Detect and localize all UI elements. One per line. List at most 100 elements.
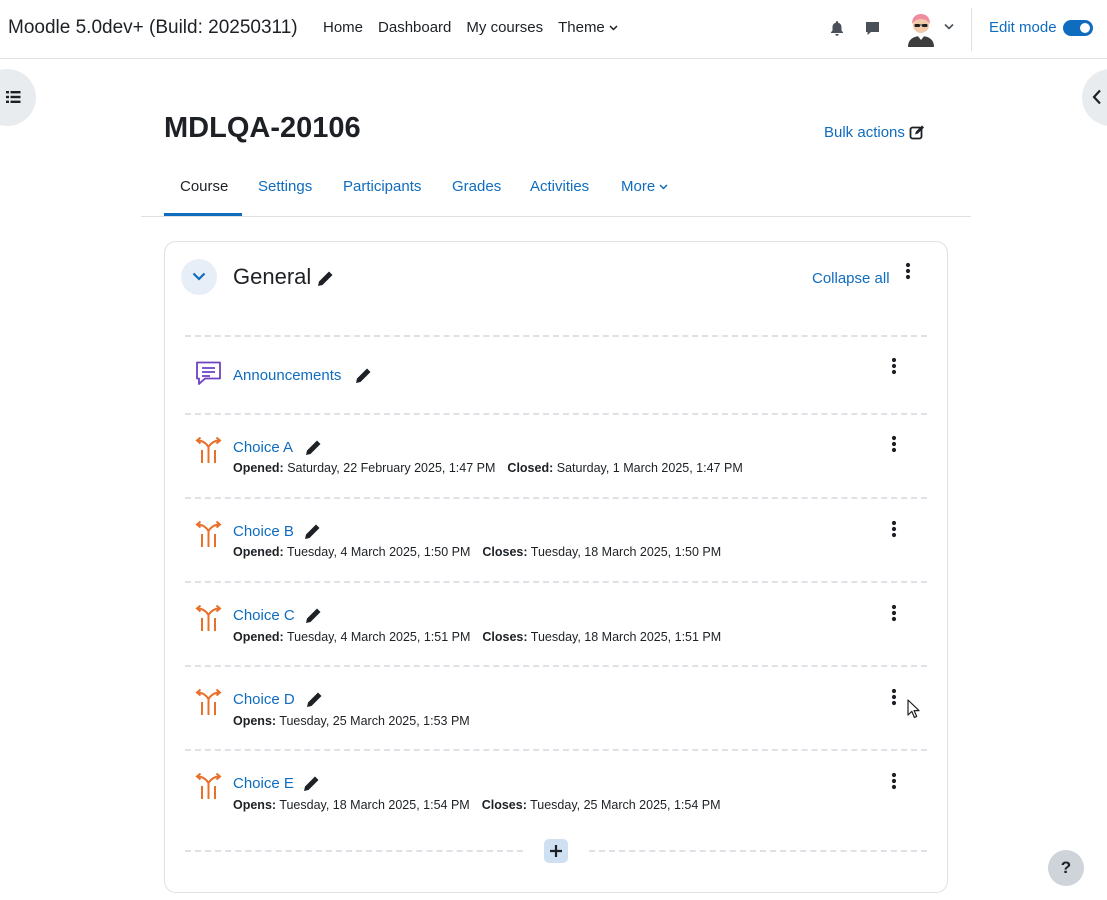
user-menu-chevron-icon[interactable] bbox=[944, 23, 954, 30]
toggle-knob bbox=[1080, 23, 1090, 33]
activity-dates: Opens: Tuesday, 18 March 2025, 1:54 PM Cl… bbox=[233, 798, 721, 812]
forum-icon bbox=[196, 361, 221, 385]
divider bbox=[185, 413, 927, 415]
choice-icon bbox=[195, 436, 222, 463]
site-name[interactable]: Moodle 5.0dev+ (Build: 20250311) bbox=[8, 17, 298, 39]
pencil-icon[interactable] bbox=[305, 607, 322, 624]
list-icon bbox=[6, 91, 21, 103]
activity-link-choice-a[interactable]: Choice A bbox=[233, 439, 293, 456]
secondary-nav-border bbox=[141, 216, 971, 217]
date-value: Saturday, 1 March 2025, 1:47 PM bbox=[556, 461, 743, 475]
choice-icon bbox=[195, 772, 222, 799]
edit-mode-toggle[interactable] bbox=[1063, 20, 1093, 36]
activity-dates: Opens: Tuesday, 25 March 2025, 1:53 PM bbox=[233, 714, 470, 728]
activity-actions-kebab-icon[interactable] bbox=[891, 520, 897, 538]
pencil-icon[interactable] bbox=[306, 691, 323, 708]
nav-my-courses[interactable]: My courses bbox=[466, 19, 543, 36]
activity-link-choice-e[interactable]: Choice E bbox=[233, 775, 294, 792]
activity-dates: Opened: Saturday, 22 February 2025, 1:47… bbox=[233, 461, 743, 475]
nav-theme-label: Theme bbox=[558, 19, 605, 36]
chevron-down-icon bbox=[192, 272, 206, 281]
activity-dates: Opened: Tuesday, 4 March 2025, 1:51 PM Cl… bbox=[233, 630, 721, 644]
block-drawer-toggle[interactable] bbox=[1082, 69, 1107, 126]
date-value: Tuesday, 4 March 2025, 1:50 PM bbox=[286, 545, 471, 559]
chevron-down-icon bbox=[609, 24, 618, 31]
nav-home[interactable]: Home bbox=[323, 19, 363, 36]
nav-theme[interactable]: Theme bbox=[558, 19, 618, 36]
divider bbox=[185, 335, 927, 337]
pencil-icon[interactable] bbox=[303, 775, 320, 792]
course-title: MDLQA-20106 bbox=[164, 112, 361, 144]
user-avatar[interactable] bbox=[905, 11, 937, 47]
pencil-icon[interactable] bbox=[355, 367, 372, 384]
divider bbox=[185, 749, 927, 751]
plus-icon bbox=[550, 845, 562, 857]
add-content-button[interactable] bbox=[544, 839, 568, 863]
date-label: Closes: bbox=[482, 545, 528, 559]
divider bbox=[185, 665, 927, 667]
collapse-all-link[interactable]: Collapse all bbox=[812, 270, 890, 287]
section-title: General bbox=[233, 264, 312, 289]
date-value: Tuesday, 25 March 2025, 1:54 PM bbox=[530, 798, 721, 812]
bulk-actions-label: Bulk actions bbox=[824, 124, 905, 141]
chevron-down-icon bbox=[659, 183, 668, 190]
section-actions-kebab-icon[interactable] bbox=[905, 262, 911, 280]
date-label: Opens: bbox=[233, 714, 277, 728]
divider bbox=[185, 581, 927, 583]
section-collapse-button[interactable] bbox=[181, 259, 217, 295]
help-button[interactable]: ? bbox=[1048, 850, 1084, 886]
bulk-actions-button[interactable]: Bulk actions bbox=[824, 124, 924, 141]
edit-mode-label[interactable]: Edit mode bbox=[989, 19, 1057, 36]
tab-settings[interactable]: Settings bbox=[258, 178, 312, 195]
primary-navigation: Home Dashboard My courses Theme bbox=[323, 19, 633, 36]
date-label: Opened: bbox=[233, 630, 284, 644]
activity-link-choice-c[interactable]: Choice C bbox=[233, 607, 295, 624]
divider bbox=[185, 497, 927, 499]
divider bbox=[185, 850, 523, 852]
top-navbar: Moodle 5.0dev+ (Build: 20250311) Home Da… bbox=[0, 0, 1107, 59]
mouse-cursor-icon bbox=[907, 699, 920, 718]
tab-participants[interactable]: Participants bbox=[343, 178, 421, 195]
pencil-icon[interactable] bbox=[305, 439, 322, 456]
chevron-left-icon bbox=[1092, 89, 1101, 105]
activity-actions-kebab-icon[interactable] bbox=[891, 688, 897, 706]
bulk-edit-icon bbox=[909, 125, 924, 140]
pencil-icon[interactable] bbox=[317, 270, 334, 287]
date-label: Opened: bbox=[233, 545, 284, 559]
course-index-drawer-toggle[interactable] bbox=[0, 69, 36, 126]
date-label: Closed: bbox=[507, 461, 554, 475]
activity-link-choice-d[interactable]: Choice D bbox=[233, 691, 295, 708]
date-value: Tuesday, 18 March 2025, 1:51 PM bbox=[530, 630, 722, 644]
choice-icon bbox=[195, 604, 222, 631]
date-label: Closes: bbox=[482, 630, 528, 644]
date-value: Tuesday, 18 March 2025, 1:50 PM bbox=[530, 545, 722, 559]
activity-actions-kebab-icon[interactable] bbox=[891, 604, 897, 622]
date-value: Tuesday, 18 March 2025, 1:54 PM bbox=[279, 798, 470, 812]
choice-icon bbox=[195, 688, 222, 715]
date-value: Tuesday, 25 March 2025, 1:53 PM bbox=[279, 714, 470, 728]
tab-more-label: More bbox=[621, 178, 656, 195]
nav-dashboard[interactable]: Dashboard bbox=[378, 19, 451, 36]
activity-actions-kebab-icon[interactable] bbox=[891, 435, 897, 453]
course-section-card bbox=[164, 241, 948, 893]
activity-link-choice-b[interactable]: Choice B bbox=[233, 523, 294, 540]
tab-grades[interactable]: Grades bbox=[452, 178, 501, 195]
date-label: Opens: bbox=[233, 798, 277, 812]
tab-more[interactable]: More bbox=[621, 178, 668, 195]
navbar-divider bbox=[971, 8, 972, 51]
date-label: Opened: bbox=[233, 461, 284, 475]
messages-icon[interactable] bbox=[864, 20, 881, 37]
date-value: Saturday, 22 February 2025, 1:47 PM bbox=[287, 461, 496, 475]
activity-actions-kebab-icon[interactable] bbox=[891, 772, 897, 790]
activity-link-announcements[interactable]: Announcements bbox=[233, 367, 341, 384]
choice-icon bbox=[195, 520, 222, 547]
date-value: Tuesday, 4 March 2025, 1:51 PM bbox=[286, 630, 471, 644]
date-label: Closes: bbox=[481, 798, 527, 812]
activity-dates: Opened: Tuesday, 4 March 2025, 1:50 PM Cl… bbox=[233, 545, 721, 559]
tab-activities[interactable]: Activities bbox=[530, 178, 589, 195]
divider bbox=[589, 850, 927, 852]
activity-actions-kebab-icon[interactable] bbox=[891, 357, 897, 375]
pencil-icon[interactable] bbox=[304, 523, 321, 540]
notifications-bell-icon[interactable] bbox=[829, 20, 845, 37]
tab-course[interactable]: Course bbox=[180, 178, 228, 195]
